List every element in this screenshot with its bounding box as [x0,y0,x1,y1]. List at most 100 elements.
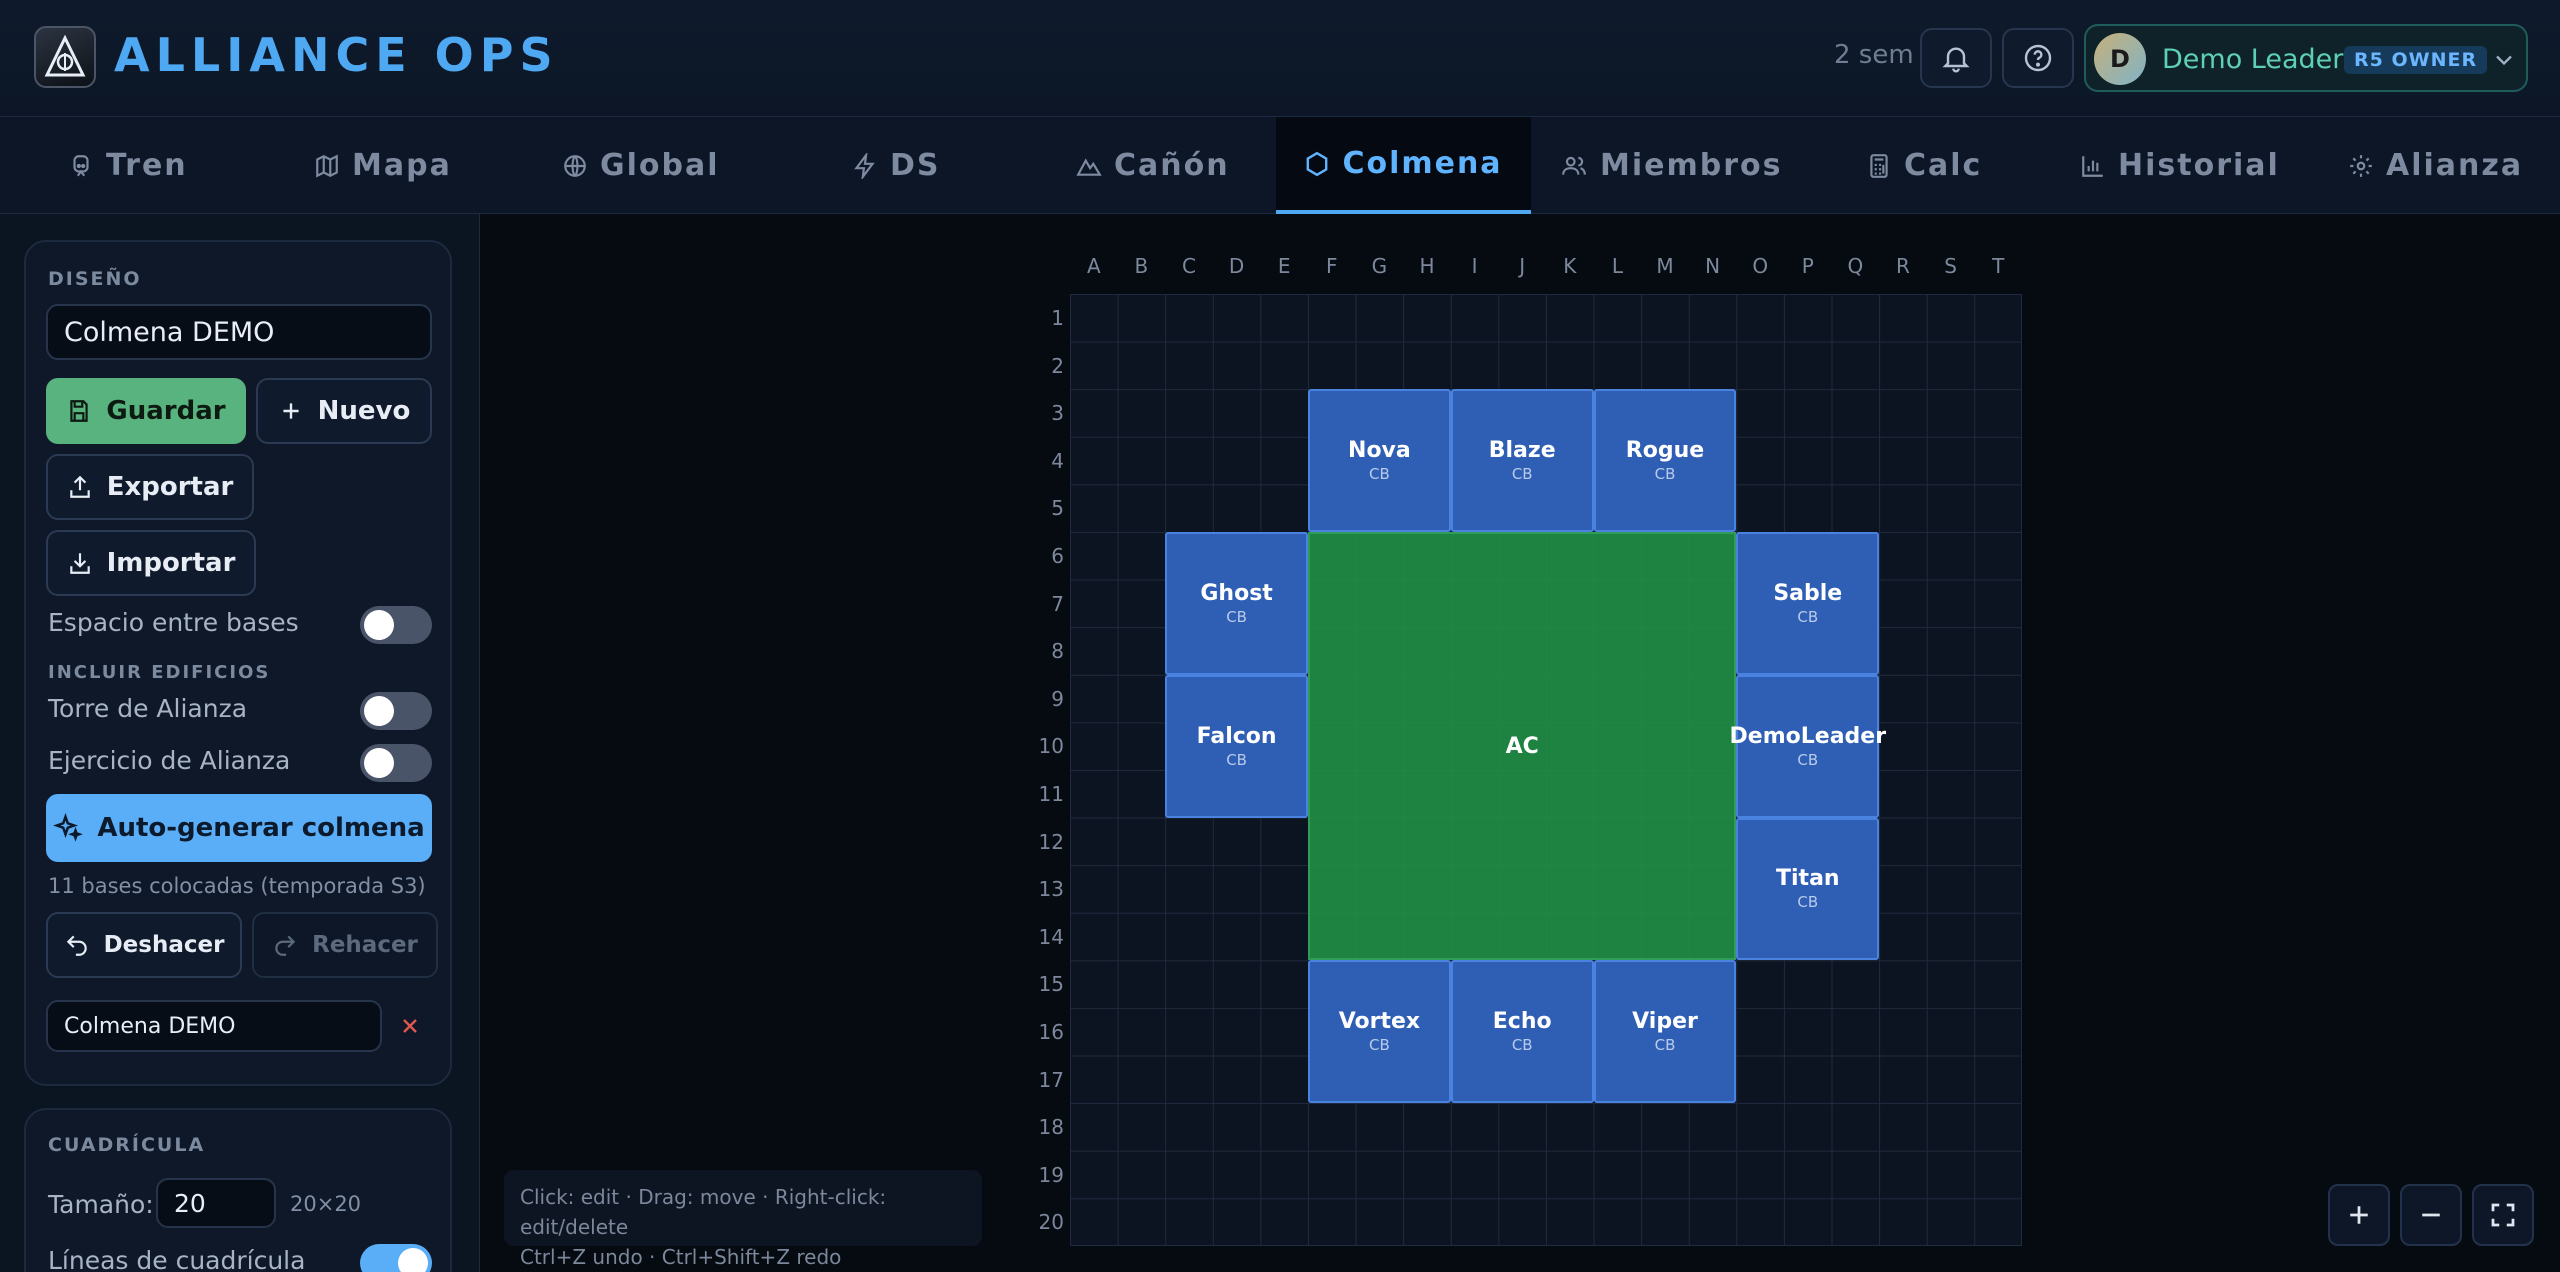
tab-label: Global [600,148,720,183]
saved-design-item[interactable]: Colmena DEMO [46,1000,382,1052]
bar-chart-icon [2082,155,2103,177]
help-button[interactable] [2002,28,2074,88]
tab-label: Tren [106,148,188,183]
row-label: 12 [1038,829,1064,854]
gear-icon [2350,154,2372,177]
upload-icon [69,475,90,498]
zoom-out-button[interactable] [2400,1184,2462,1246]
new-button[interactable]: Nuevo [256,378,432,444]
base-tile[interactable]: Blaze CB [1450,389,1594,532]
export-button[interactable]: Exportar [46,454,254,520]
tab-mapa[interactable]: Mapa [314,117,474,214]
row-label: 15 [1038,972,1064,997]
grid-size-input[interactable]: 20 [156,1178,276,1228]
spacing-toggle[interactable] [360,606,432,644]
fullscreen-icon [2491,1203,2515,1227]
undo-button[interactable]: Deshacer [46,912,242,978]
base-tile[interactable]: Ghost CB [1165,532,1308,675]
gridlines-label: Líneas de cuadrícula [48,1246,306,1272]
base-tile[interactable]: Viper CB [1593,960,1737,1104]
user-menu[interactable]: D Demo Leader R5 OWNER [2084,24,2528,92]
tab-label: DS [890,148,941,183]
notifications-button[interactable] [1920,28,1992,88]
base-type: CB [1369,1036,1390,1055]
base-tile[interactable]: Titan CB [1736,817,1880,961]
row-label: 7 [1051,591,1064,616]
column-label: F [1326,254,1338,278]
close-icon[interactable] [398,1014,422,1038]
column-label: A [1086,254,1101,278]
help-icon [2024,44,2052,72]
design-card: DISEÑO Colmena DEMO Guardar Nuevo Export… [24,240,452,1086]
base-name: Vortex [1338,1009,1421,1035]
logo-icon [44,35,86,77]
base-tile[interactable]: Falcon CB [1165,674,1308,818]
tower-label: Torre de Alianza [48,694,248,723]
tab-ds[interactable]: DS [852,117,972,214]
column-label: I [1471,254,1478,278]
hive-grid[interactable]: AC Nova CB Blaze CB Rogue CB Ghost CB Sable CB Fal… [1070,294,2022,1246]
hexagon-icon [1307,151,1328,176]
save-button[interactable]: Guardar [46,378,246,444]
column-label: R [1896,254,1910,278]
user-name: Demo Leader [2162,44,2344,75]
base-tile[interactable]: Sable CB [1736,532,1880,675]
base-type: CB [1797,893,1819,912]
tab-colmena[interactable]: Colmena [1276,117,1531,214]
app-header: ALLIANCE OPS 2 sem D Demo Leader R5 OWNE… [0,0,2560,117]
tab-global[interactable]: Global [562,117,742,214]
auto-generate-button[interactable]: Auto-generar colmena [46,794,432,862]
app-logo [34,26,96,88]
redo-button[interactable]: Rehacer [252,912,438,978]
row-label: 13 [1038,877,1064,902]
row-label: 6 [1051,544,1064,568]
alliance-center[interactable]: AC [1308,532,1737,961]
tab-label: Calc [1904,148,1983,183]
design-name-input[interactable]: Colmena DEMO [46,304,432,360]
plus-icon [2350,1206,2368,1224]
base-type: CB [1654,1036,1676,1055]
tower-toggle[interactable] [360,692,432,730]
base-tile[interactable]: Echo CB [1450,960,1594,1104]
base-name: DemoLeader [1729,723,1887,749]
base-tile[interactable]: Nova CB [1308,389,1451,532]
tab-calc[interactable]: Calc [1866,117,2006,214]
exercise-toggle[interactable] [360,744,432,782]
row-label: 1 [1051,306,1064,330]
base-tile[interactable]: DemoLeader CB [1730,674,1886,818]
users-icon [1562,156,1586,175]
base-type: CB [1511,465,1533,484]
tab-canon[interactable]: Cañón [1076,117,1236,214]
base-type: CB [1797,607,1819,626]
column-label: E [1277,254,1291,278]
base-tile[interactable]: Vortex CB [1308,960,1451,1104]
row-label: 3 [1051,401,1064,426]
import-label: Importar [106,548,236,578]
tab-label: Cañón [1114,148,1230,183]
tab-historial[interactable]: Historial [2080,117,2290,214]
column-label: L [1611,254,1623,278]
hint-line-1: Click: edit · Drag: move · Right-click: … [520,1185,887,1239]
row-label: 20 [1038,1210,1064,1235]
row-label: 5 [1051,496,1064,521]
gridlines-toggle[interactable] [360,1244,432,1272]
fullscreen-button[interactable] [2472,1184,2534,1246]
tab-miembros[interactable]: Miembros [1560,117,1780,214]
tab-alianza[interactable]: Alianza [2348,117,2538,214]
column-label: P [1801,254,1814,278]
globe-icon [564,154,586,177]
import-button[interactable]: Importar [46,530,256,596]
column-label: D [1228,254,1245,278]
column-label: M [1656,254,1674,278]
base-tile[interactable]: Rogue CB [1593,389,1737,532]
export-label: Exportar [106,472,234,502]
tab-tren[interactable]: Tren [68,117,218,214]
column-label: H [1419,254,1435,278]
zoom-in-button[interactable] [2328,1184,2390,1246]
column-label: C [1182,254,1196,278]
base-name: Echo [1492,1009,1552,1035]
tab-label: Miembros [1600,148,1783,183]
sidebar: DISEÑO Colmena DEMO Guardar Nuevo Export… [0,214,480,1272]
row-label: 18 [1038,1115,1064,1140]
redo-label: Rehacer [312,932,418,958]
